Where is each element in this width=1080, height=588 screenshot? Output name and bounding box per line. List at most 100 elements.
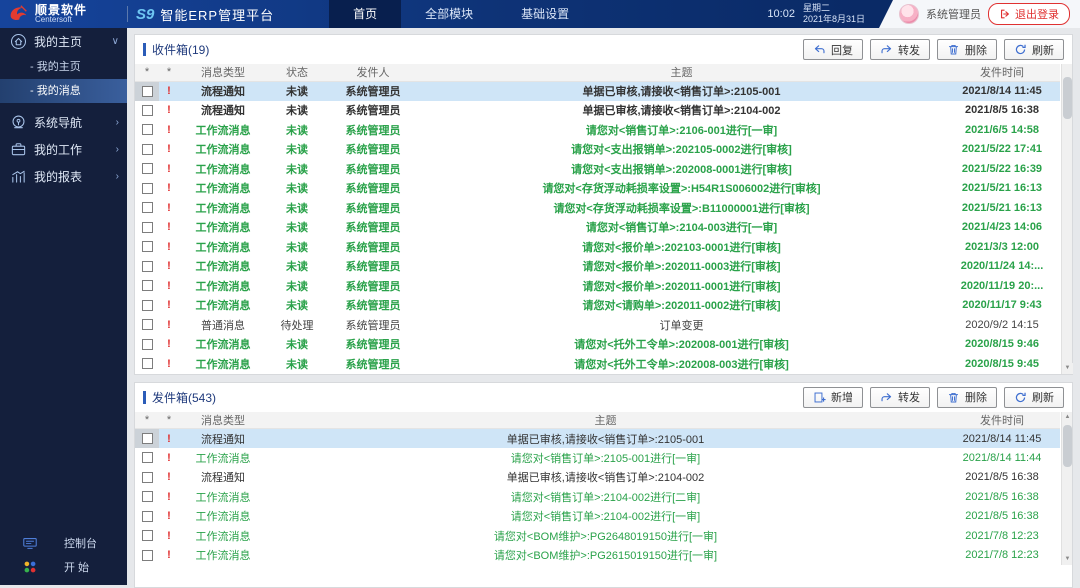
row-checkbox[interactable]: [142, 280, 153, 291]
cell-time: 2021/5/22 17:41: [944, 140, 1060, 160]
app-title: 智能ERP管理平台: [160, 5, 274, 24]
outbox-row[interactable]: !工作流消息请您对<BOM维护>:PG2648019150进行[一审]2021/…: [135, 526, 1060, 546]
outbox-row[interactable]: !流程通知单据已审核,请接收<销售订单>:2105-0012021/8/14 1…: [135, 429, 1060, 449]
nav-tab-all-modules[interactable]: 全部模块: [401, 0, 497, 28]
inbox-toolbar-button[interactable]: 刷新: [1004, 39, 1064, 60]
inbox-row[interactable]: !工作流消息未读系统管理员请您对<托外工令单>:202008-003进行[审核]…: [135, 354, 1060, 374]
row-checkbox[interactable]: [142, 550, 153, 561]
scrollbar-thumb[interactable]: [1063, 425, 1072, 467]
row-checkbox[interactable]: [142, 202, 153, 213]
nav-tab-basic-settings[interactable]: 基础设置: [497, 0, 593, 28]
row-checkbox[interactable]: [142, 261, 153, 272]
inbox-row[interactable]: !工作流消息未读系统管理员请您对<托外工令单>:202008-001进行[审核]…: [135, 335, 1060, 355]
sidebar-item-my-work[interactable]: 我的工作 ›: [0, 136, 127, 163]
inbox-row[interactable]: !工作流消息未读系统管理员请您对<支出报销单>:202008-0001进行[审核…: [135, 159, 1060, 179]
inbox-row[interactable]: !工作流消息未读系统管理员请您对<存货浮动耗损率设置>:B11000001进行[…: [135, 198, 1060, 218]
inbox-toolbar-button[interactable]: 删除: [937, 39, 997, 60]
inbox-row[interactable]: !工作流消息未读系统管理员请您对<存货浮动耗损率设置>:H54R1S006002…: [135, 179, 1060, 199]
inbox-toolbar-button-label: 回复: [831, 42, 853, 58]
outbox-scrollbar[interactable]: ▲ ▼: [1061, 412, 1072, 566]
cell-status: 未读: [267, 276, 327, 296]
inbox-scrollbar[interactable]: ▼: [1061, 64, 1072, 374]
row-checkbox-cell: [135, 448, 159, 468]
column-header[interactable]: 发件人: [327, 64, 419, 81]
row-checkbox[interactable]: [142, 358, 153, 369]
logout-button[interactable]: 退出登录: [988, 3, 1070, 25]
row-checkbox[interactable]: [142, 472, 153, 483]
inbox-row[interactable]: !普通消息待处理系统管理员订单变更2020/9/2 14:15: [135, 315, 1060, 335]
inbox-row[interactable]: !工作流消息未读系统管理员请您对<报价单>:202103-0001进行[审核]2…: [135, 237, 1060, 257]
row-checkbox[interactable]: [142, 300, 153, 311]
inbox-toolbar-button[interactable]: 回复: [803, 39, 863, 60]
inbox-row[interactable]: !工作流消息未读系统管理员请您对<报价单>:202011-0001进行[审核]2…: [135, 276, 1060, 296]
column-header[interactable]: 发件时间: [944, 412, 1060, 429]
clock-time: 10:02: [767, 8, 795, 20]
column-header[interactable]: 消息类型: [179, 412, 267, 429]
row-checkbox[interactable]: [142, 222, 153, 233]
cell-sender: 系统管理员: [327, 140, 419, 160]
column-header[interactable]: *: [159, 412, 179, 429]
outbox-row[interactable]: !工作流消息请您对<BOM维护>:PG2615019150进行[一审]2021/…: [135, 546, 1060, 566]
scroll-up-arrow[interactable]: ▲: [1062, 412, 1073, 423]
row-checkbox[interactable]: [142, 144, 153, 155]
inbox-row[interactable]: !工作流消息未读系统管理员请您对<请购单>:202011-0002进行[审核]2…: [135, 296, 1060, 316]
row-checkbox[interactable]: [142, 241, 153, 252]
nav-tab-home[interactable]: 首页: [329, 0, 401, 28]
outbox-toolbar-button[interactable]: 新增: [803, 387, 863, 408]
cell-time: 2021/4/23 14:06: [944, 218, 1060, 238]
inbox-row[interactable]: !工作流消息未读系统管理员请您对<销售订单>:2106-001进行[一审]202…: [135, 120, 1060, 140]
sidebar-item-system-nav[interactable]: 系统导航 ›: [0, 109, 127, 136]
row-checkbox[interactable]: [142, 452, 153, 463]
outbox-row[interactable]: !工作流消息请您对<销售订单>:2104-002进行[二审]2021/8/5 1…: [135, 487, 1060, 507]
row-checkbox[interactable]: [142, 183, 153, 194]
row-checkbox[interactable]: [142, 530, 153, 541]
inbox-toolbar-button-label: 转发: [898, 42, 920, 58]
column-header[interactable]: 发件时间: [944, 64, 1060, 81]
row-checkbox[interactable]: [142, 339, 153, 350]
inbox-row[interactable]: !流程通知未读系统管理员单据已审核,请接收<销售订单>:2104-0022021…: [135, 101, 1060, 121]
outbox-toolbar-button-label: 刷新: [1032, 389, 1054, 405]
sidebar-subitem-my-homepage[interactable]: - 我的主页: [0, 55, 127, 79]
inbox-row[interactable]: !工作流消息未读系统管理员请您对<支出报销单>:202105-0002进行[审核…: [135, 140, 1060, 160]
cell-time: 2021/8/5 16:38: [944, 101, 1060, 121]
column-header[interactable]: 状态: [267, 64, 327, 81]
start-button[interactable]: 开 始: [0, 555, 127, 579]
inbox-row[interactable]: !工作流消息未读系统管理员请您对<报价单>:202011-0003进行[审核]2…: [135, 257, 1060, 277]
outbox-row[interactable]: !工作流消息请您对<销售订单>:2104-002进行[一审]2021/8/5 1…: [135, 507, 1060, 527]
outbox-row[interactable]: !流程通知单据已审核,请接收<销售订单>:2104-0022021/8/5 16…: [135, 468, 1060, 488]
column-header[interactable]: 主题: [419, 64, 944, 81]
column-header[interactable]: 主题: [267, 412, 944, 429]
cell-type: 工作流消息: [179, 526, 267, 546]
row-checkbox[interactable]: [142, 86, 153, 97]
sidebar-item-my-reports[interactable]: 我的报表 ›: [0, 163, 127, 190]
outbox-row[interactable]: !工作流消息请您对<销售订单>:2105-001进行[一审]2021/8/14 …: [135, 448, 1060, 468]
inbox-row[interactable]: !工作流消息未读系统管理员请您对<销售订单>:2104-003进行[一审]202…: [135, 218, 1060, 238]
row-checkbox[interactable]: [142, 433, 153, 444]
inbox-toolbar-button[interactable]: 转发: [870, 39, 930, 60]
inbox-row[interactable]: !流程通知未读系统管理员单据已审核,请接收<销售订单>:2105-0012021…: [135, 81, 1060, 101]
scroll-down-arrow[interactable]: ▼: [1062, 363, 1073, 374]
chevron-right-icon: ›: [116, 144, 119, 155]
sidebar-subitem-my-messages[interactable]: - 我的消息: [0, 79, 127, 103]
briefcase-icon: [10, 141, 27, 158]
scroll-down-arrow[interactable]: ▼: [1062, 554, 1073, 565]
row-checkbox[interactable]: [142, 163, 153, 174]
column-header[interactable]: 消息类型: [179, 64, 267, 81]
column-header[interactable]: *: [159, 64, 179, 81]
outbox-toolbar-button[interactable]: 刷新: [1004, 387, 1064, 408]
outbox-toolbar-button[interactable]: 转发: [870, 387, 930, 408]
row-checkbox[interactable]: [142, 124, 153, 135]
row-checkbox[interactable]: [142, 491, 153, 502]
cell-type: 工作流消息: [179, 276, 267, 296]
row-checkbox[interactable]: [142, 511, 153, 522]
row-checkbox[interactable]: [142, 105, 153, 116]
column-header[interactable]: *: [135, 412, 159, 429]
outbox-toolbar-button[interactable]: 删除: [937, 387, 997, 408]
row-checkbox[interactable]: [142, 319, 153, 330]
sidebar-item-my-homepage[interactable]: 我的主页 ∨: [0, 28, 127, 55]
column-header[interactable]: *: [135, 64, 159, 81]
sidebar-subitem-label: 我的主页: [37, 61, 81, 73]
scrollbar-thumb[interactable]: [1063, 77, 1072, 119]
console-button[interactable]: 控制台: [0, 531, 127, 555]
cell-sender: 系统管理员: [327, 237, 419, 257]
